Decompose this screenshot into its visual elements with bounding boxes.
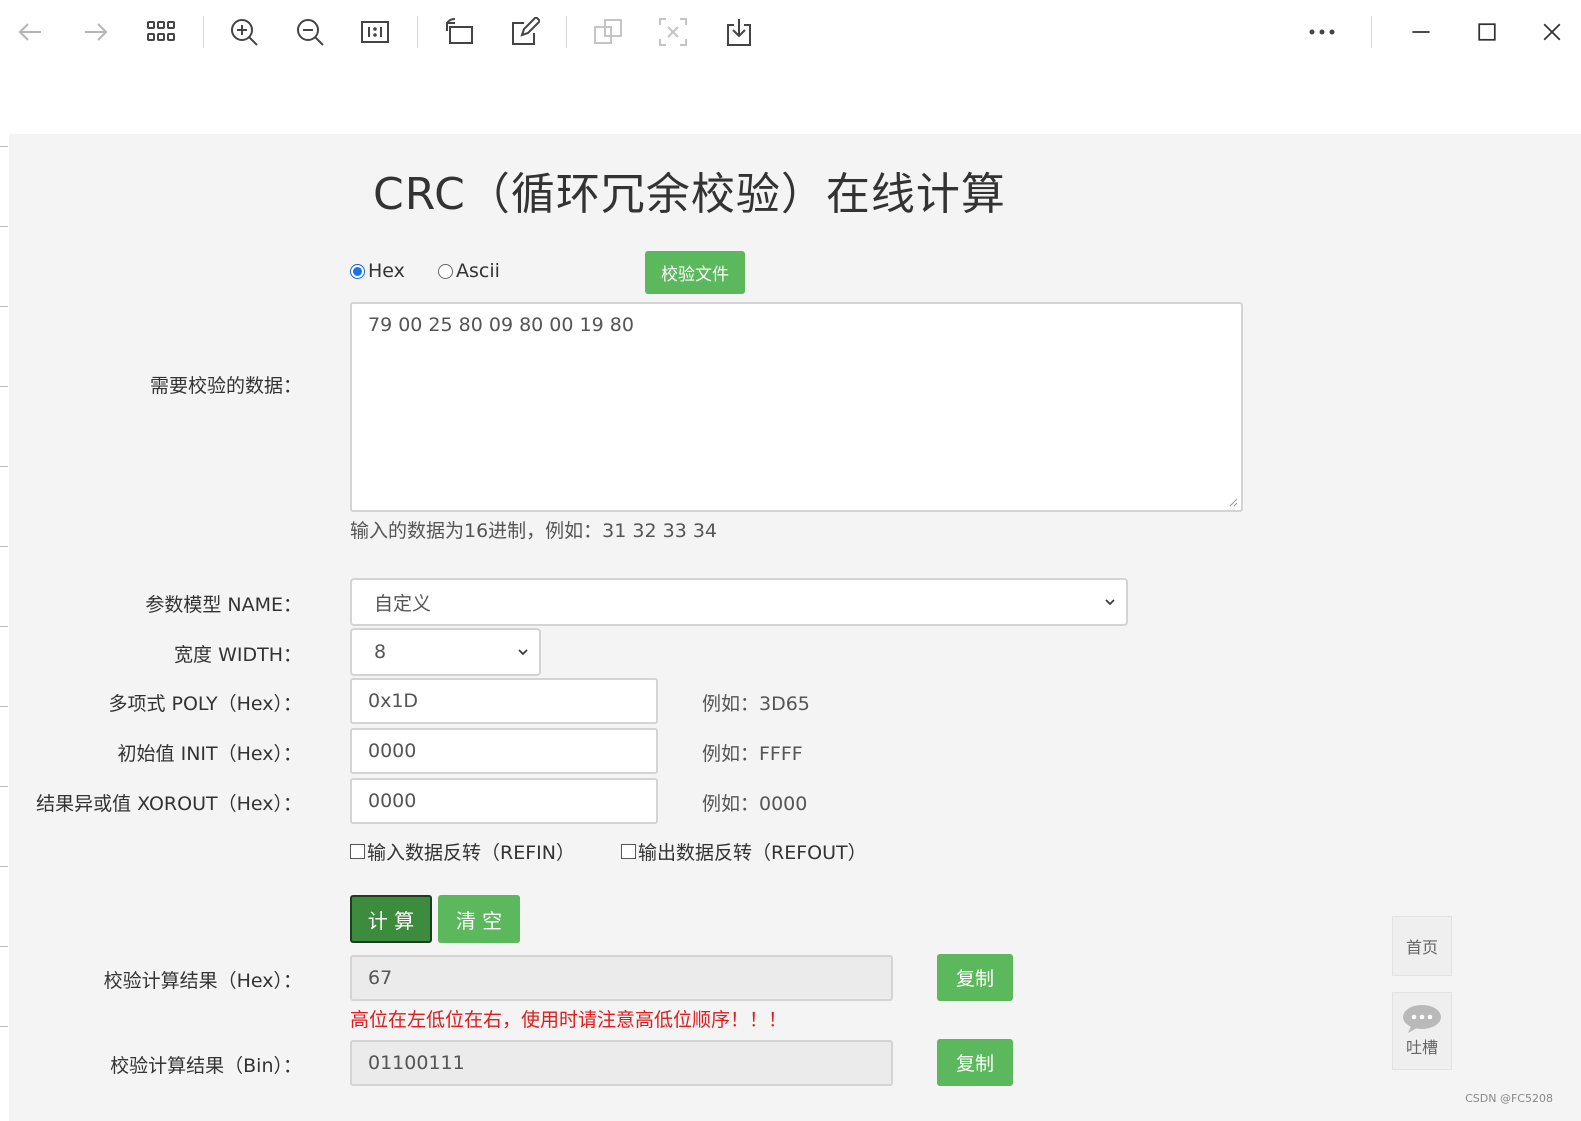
width-label: 宽度 WIDTH：	[174, 644, 302, 666]
width-value: 8	[374, 641, 387, 663]
result-hex-label: 校验计算结果（Hex）：	[103, 970, 302, 992]
toolbar-separator	[417, 16, 418, 48]
xorout-label: 结果异或值 XOROUT（Hex）：	[36, 793, 302, 815]
chevron-down-icon	[1105, 599, 1115, 606]
init-example: 例如：FFFF	[702, 743, 803, 765]
refout-checkbox[interactable]: 输出数据反转（REFOUT）	[621, 838, 867, 864]
poly-example: 例如：3D65	[702, 693, 810, 715]
side-home-label: 首页	[1405, 938, 1438, 957]
forward-arrow-icon[interactable]	[76, 12, 116, 52]
xorout-example: 例如：0000	[702, 793, 808, 815]
poly-value: 0x1D	[368, 690, 419, 712]
toolbar-separator	[1371, 16, 1372, 48]
zoom-in-icon[interactable]	[224, 12, 264, 52]
side-feedback-button[interactable]: 吐槽	[1392, 992, 1452, 1070]
more-icon[interactable]	[1302, 12, 1342, 52]
model-select[interactable]: 自定义	[350, 578, 1128, 626]
refin-checkbox[interactable]: 输入数据反转（REFIN）	[350, 838, 575, 864]
watermark: CSDN @FC5208	[1465, 1092, 1553, 1105]
data-hint: 输入的数据为16进制，例如：31 32 33 34	[350, 520, 718, 542]
actual-size-icon[interactable]	[355, 12, 395, 52]
radio-hex[interactable]: Hex	[350, 258, 405, 284]
refin-checkbox-box[interactable]	[350, 843, 365, 859]
resize-grip-icon[interactable]	[1228, 497, 1238, 507]
poly-input[interactable]: 0x1D	[350, 678, 658, 724]
copy-hex-button[interactable]: 复制	[937, 954, 1013, 1001]
grid-view-icon[interactable]	[141, 12, 181, 52]
rotate-icon[interactable]	[439, 12, 479, 52]
close-icon[interactable]	[1530, 12, 1574, 52]
zoom-out-icon[interactable]	[290, 12, 330, 52]
refout-label: 输出数据反转（REFOUT）	[638, 841, 867, 864]
side-feedback-label: 吐槽	[1405, 1038, 1438, 1057]
xorout-value: 0000	[368, 790, 417, 812]
download-icon[interactable]	[719, 12, 759, 52]
radio-hex-label: Hex	[368, 260, 405, 282]
data-value: 79 00 25 80 09 80 00 19 80	[368, 314, 634, 336]
init-input[interactable]: 0000	[350, 728, 658, 774]
data-textarea[interactable]: 79 00 25 80 09 80 00 19 80	[350, 302, 1243, 512]
poly-label: 多项式 POLY（Hex）：	[108, 693, 302, 715]
radio-ascii-indicator[interactable]	[438, 263, 453, 279]
toolbar-separator	[203, 16, 204, 48]
back-arrow-icon[interactable]	[10, 12, 50, 52]
clear-button[interactable]: 清 空	[438, 895, 520, 943]
refin-label: 输入数据反转（REFIN）	[367, 841, 575, 864]
result-bin-output[interactable]: 01100111	[350, 1040, 893, 1086]
page-left-edge	[0, 134, 9, 1121]
chevron-down-icon	[518, 649, 528, 656]
side-home-button[interactable]: 首页	[1392, 916, 1452, 976]
viewer-toolbar	[0, 0, 1581, 66]
result-bin-value: 01100111	[368, 1052, 465, 1074]
width-select[interactable]: 8	[350, 628, 541, 676]
model-label: 参数模型 NAME：	[145, 594, 302, 616]
toolbar-separator	[566, 16, 567, 48]
init-value: 0000	[368, 740, 417, 762]
minimize-icon[interactable]	[1399, 12, 1443, 52]
xorout-input[interactable]: 0000	[350, 778, 658, 824]
model-value: 自定义	[374, 592, 432, 615]
copy-bin-button[interactable]: 复制	[937, 1039, 1013, 1086]
bit-order-warning: 高位在左低位在右，使用时请注意高低位顺序！！！	[350, 1009, 788, 1031]
refout-checkbox-box[interactable]	[621, 843, 636, 859]
radio-ascii-label: Ascii	[456, 260, 500, 282]
init-label: 初始值 INIT（Hex）：	[117, 743, 302, 765]
chat-bubble-icon	[1403, 1005, 1441, 1033]
radio-hex-indicator[interactable]	[350, 263, 365, 279]
result-hex-output[interactable]: 67	[350, 955, 893, 1001]
extract-text-icon	[653, 12, 693, 52]
edit-icon[interactable]	[505, 12, 545, 52]
radio-ascii[interactable]: Ascii	[438, 258, 500, 284]
result-bin-label: 校验计算结果（Bin）：	[110, 1055, 302, 1077]
calculate-button[interactable]: 计 算	[350, 895, 432, 943]
page-title: CRC（循环冗余校验）在线计算	[373, 169, 1006, 220]
result-hex-value: 67	[368, 967, 393, 989]
data-label: 需要校验的数据：	[149, 375, 302, 397]
maximize-icon[interactable]	[1465, 12, 1509, 52]
translate-icon	[588, 12, 628, 52]
verify-file-button[interactable]: 校验文件	[645, 251, 745, 294]
